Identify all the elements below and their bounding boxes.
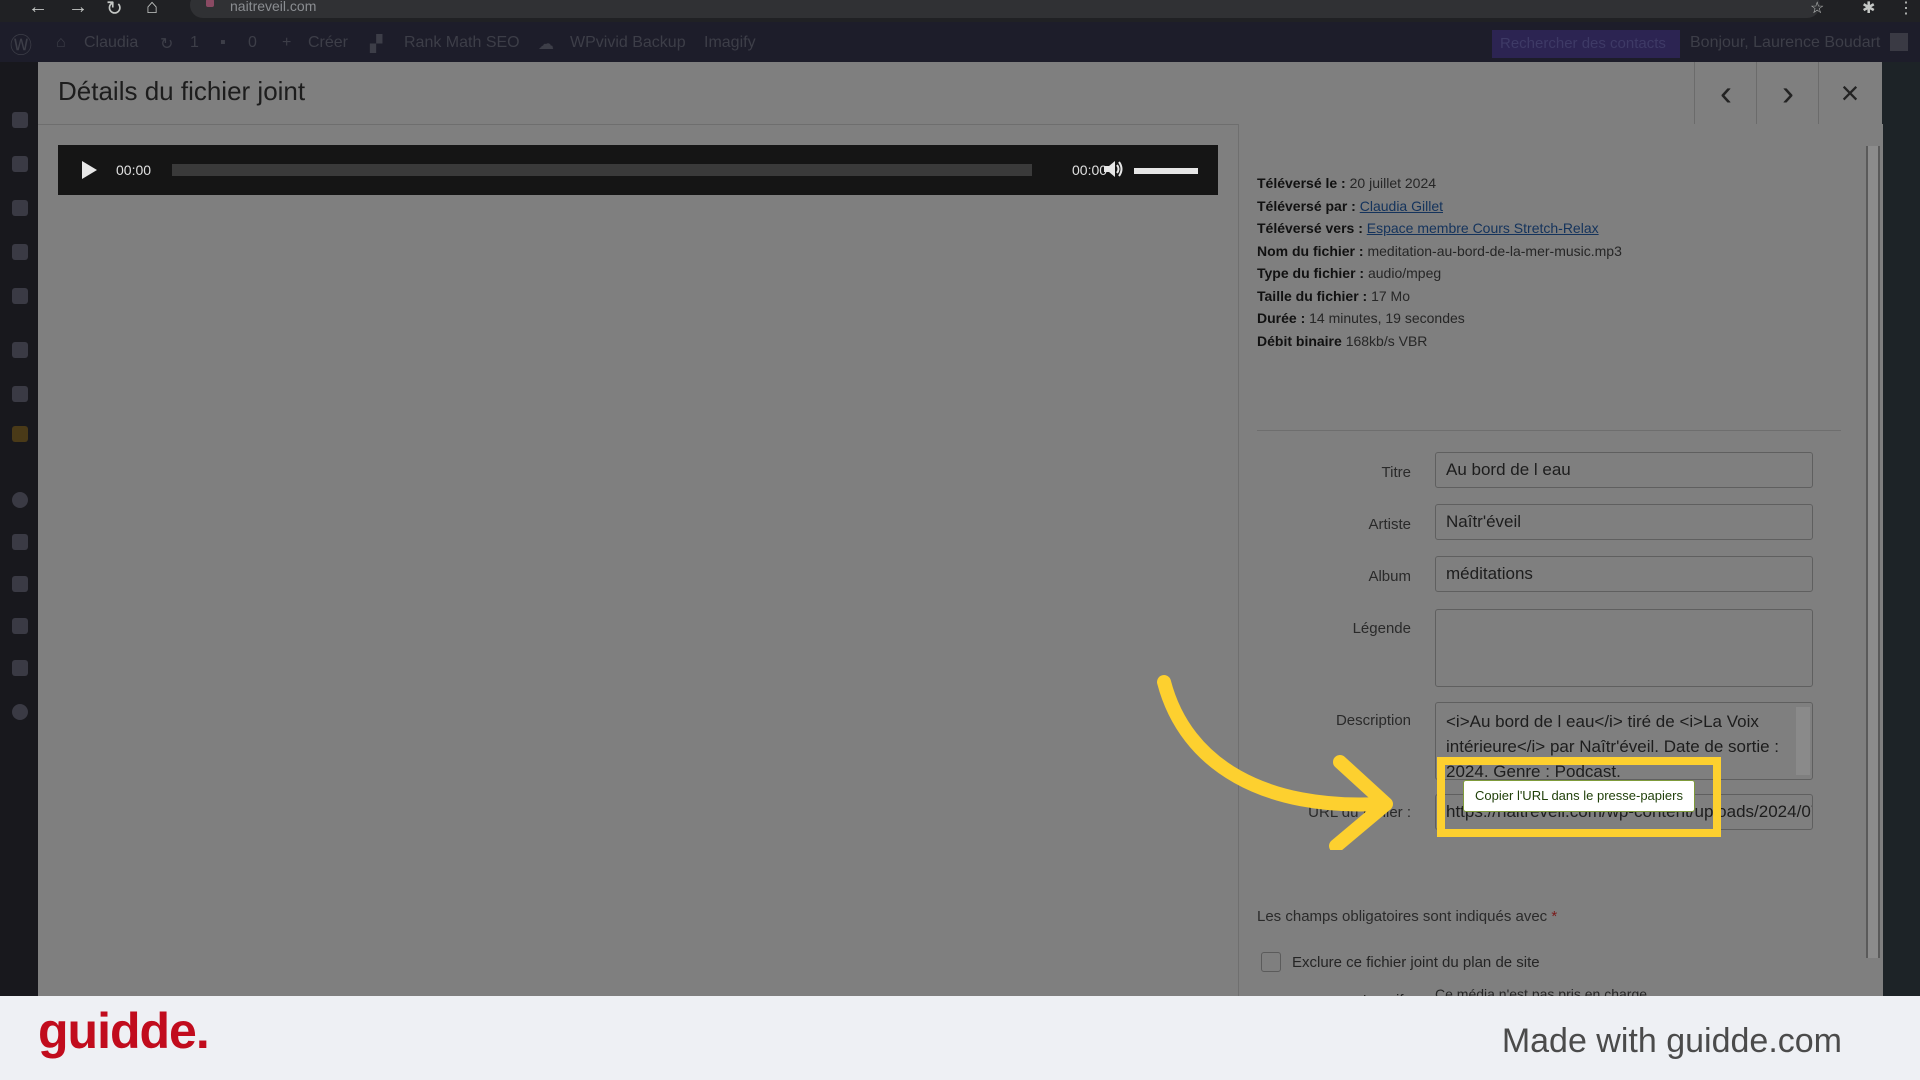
address-text: naitreveil.com xyxy=(230,0,317,14)
duration-value: 14 minutes, 19 secondes xyxy=(1309,310,1465,326)
title-label: Titre xyxy=(1381,464,1411,481)
attachment-details-modal: Détails du fichier joint ‹ › × 00:00 00:… xyxy=(38,62,1883,1009)
layout-icon[interactable] xyxy=(12,288,28,304)
required-note-text: Les champs obligatoires sont indiqués av… xyxy=(1257,908,1548,925)
pin-icon[interactable] xyxy=(12,112,28,128)
close-icon: × xyxy=(1840,74,1860,111)
create-link[interactable]: Créer xyxy=(308,34,348,52)
eye-icon[interactable] xyxy=(12,492,28,508)
browser-toolbar: ← → ↻ ⌂ naitreveil.com ☆ ✱ ⋮ xyxy=(0,0,1920,22)
reload-icon[interactable]: ↻ xyxy=(106,0,123,21)
next-button[interactable]: › xyxy=(1756,62,1819,124)
volume-slider[interactable] xyxy=(1134,168,1198,174)
folder-icon[interactable] xyxy=(12,426,28,442)
wrench-icon[interactable] xyxy=(12,244,28,260)
site-name-link[interactable]: Claudia xyxy=(84,34,138,52)
artist-label: Artiste xyxy=(1368,516,1411,533)
brush-icon[interactable] xyxy=(12,156,28,172)
play-icon[interactable] xyxy=(82,161,97,179)
page-title: Détails du fichier joint xyxy=(58,76,306,106)
admin-bar: Ⓦ ⌂ Claudia ↻ 1 ▪ 0 + Créer ▞ Rank Math … xyxy=(0,22,1920,62)
caption-field[interactable] xyxy=(1435,609,1813,687)
chevron-left-icon: ‹ xyxy=(1720,72,1732,113)
user-icon[interactable] xyxy=(12,200,28,216)
shield-icon[interactable] xyxy=(12,534,28,550)
star-icon[interactable]: ☆ xyxy=(1810,0,1824,18)
home-site-icon[interactable]: ⌂ xyxy=(56,34,66,52)
home-icon[interactable]: ⌂ xyxy=(146,0,158,19)
bitrate-label: Débit binaire xyxy=(1257,332,1342,349)
title-field[interactable]: Au bord de l eau xyxy=(1435,452,1813,488)
site-icon xyxy=(206,0,214,7)
panel-scrollbar[interactable] xyxy=(1866,146,1880,958)
menu-dots-icon[interactable]: ⋮ xyxy=(1898,0,1914,18)
album-field[interactable]: méditations xyxy=(1435,556,1813,592)
imagify-link[interactable]: Imagify xyxy=(704,34,756,52)
required-note: Les champs obligatoires sont indiqués av… xyxy=(1257,908,1557,925)
description-scrollbar[interactable] xyxy=(1796,707,1810,775)
avatar[interactable] xyxy=(1890,33,1908,51)
address-bar[interactable]: naitreveil.com xyxy=(190,0,1820,18)
collapse-icon[interactable] xyxy=(12,704,28,720)
uploaded-to-link[interactable]: Espace membre Cours Stretch-Relax xyxy=(1367,220,1599,236)
duration-label: Durée : xyxy=(1257,310,1306,326)
contacts-search[interactable]: Rechercher des contacts xyxy=(1492,30,1680,58)
filesize-label: Taille du fichier : xyxy=(1257,287,1368,304)
filename-value: meditation-au-bord-de-la-mer-music.mp3 xyxy=(1367,242,1622,259)
filename-label: Nom du fichier : xyxy=(1257,242,1364,259)
uploaded-on-label: Téléversé le : xyxy=(1257,175,1346,191)
required-star: * xyxy=(1551,908,1558,925)
copy-url-button[interactable]: Copier l'URL dans le presse-papiers xyxy=(1463,780,1695,812)
close-button[interactable]: × xyxy=(1818,62,1881,124)
cloud-icon[interactable] xyxy=(12,386,28,402)
uploaded-by-link[interactable]: Claudia Gillet xyxy=(1360,198,1443,214)
uploaded-by-label: Téléversé par : xyxy=(1257,197,1356,214)
bitrate-value: 168kb/s VBR xyxy=(1345,332,1428,349)
annotation-arrow-icon xyxy=(1157,675,1393,850)
panel-scrollbar-thumb[interactable] xyxy=(1868,146,1878,958)
guidde-logo: guidde. xyxy=(38,1003,210,1059)
filetype-value: audio/mpeg xyxy=(1367,265,1442,281)
create-plus-icon: + xyxy=(282,34,292,51)
comments-icon[interactable]: ▪ xyxy=(220,34,226,52)
admin-sidebar xyxy=(0,62,38,996)
progress-slider[interactable] xyxy=(172,164,1032,176)
translate-icon[interactable] xyxy=(12,660,28,676)
current-time: 00:00 xyxy=(116,162,152,178)
filesize-value: 17 Mo xyxy=(1371,287,1411,304)
extensions-icon[interactable]: ✱ xyxy=(1862,0,1875,18)
k-icon[interactable] xyxy=(12,576,28,592)
made-with-text: Made with guidde.com xyxy=(1501,1022,1842,1060)
exclude-sitemap-checkbox[interactable] xyxy=(1261,952,1281,972)
forward-arrow-icon[interactable]: → xyxy=(68,0,88,19)
rank-math-link[interactable]: Rank Math SEO xyxy=(404,34,520,52)
uploaded-on-value: 20 juillet 2024 xyxy=(1349,175,1437,191)
volume-icon[interactable] xyxy=(1102,158,1124,180)
uploaded-to-label: Téléversé vers : xyxy=(1257,220,1363,236)
back-arrow-icon[interactable]: ← xyxy=(28,0,48,19)
audio-player: 00:00 00:00 xyxy=(58,145,1218,195)
previous-button[interactable]: ‹ xyxy=(1694,62,1757,124)
caption-label: Légende xyxy=(1352,620,1411,637)
artist-field[interactable]: Naîtr'éveil xyxy=(1435,504,1813,540)
updates-icon[interactable]: ↻ xyxy=(160,34,173,54)
chevron-right-icon: › xyxy=(1782,72,1794,113)
divider xyxy=(1257,430,1841,431)
exclude-sitemap-label[interactable]: Exclure ce fichier joint du plan de site xyxy=(1292,954,1540,971)
k2-icon[interactable] xyxy=(12,618,28,634)
footer: guidde. Made with guidde.com xyxy=(0,996,1920,1080)
file-metadata: Téléversé le : 20 juillet 2024 Téléversé… xyxy=(1257,172,1622,352)
wordpress-logo-icon[interactable]: Ⓦ xyxy=(10,28,32,60)
attachment-info-panel: Téléversé le : 20 juillet 2024 Téléversé… xyxy=(1238,124,1883,1009)
user-greeting[interactable]: Bonjour, Laurence Boudart xyxy=(1690,34,1880,52)
rank-math-icon: ▞ xyxy=(370,36,383,53)
modal-header: Détails du fichier joint ‹ › × xyxy=(38,62,1882,125)
gear-icon[interactable] xyxy=(12,342,28,358)
wpvivid-link[interactable]: WPvivid Backup xyxy=(570,34,686,52)
album-label: Album xyxy=(1368,568,1411,585)
filetype-label: Type du fichier : xyxy=(1257,265,1365,281)
cloud-icon: ☁ xyxy=(538,36,554,53)
comments-count: 0 xyxy=(248,34,257,51)
updates-count: 1 xyxy=(190,34,199,51)
